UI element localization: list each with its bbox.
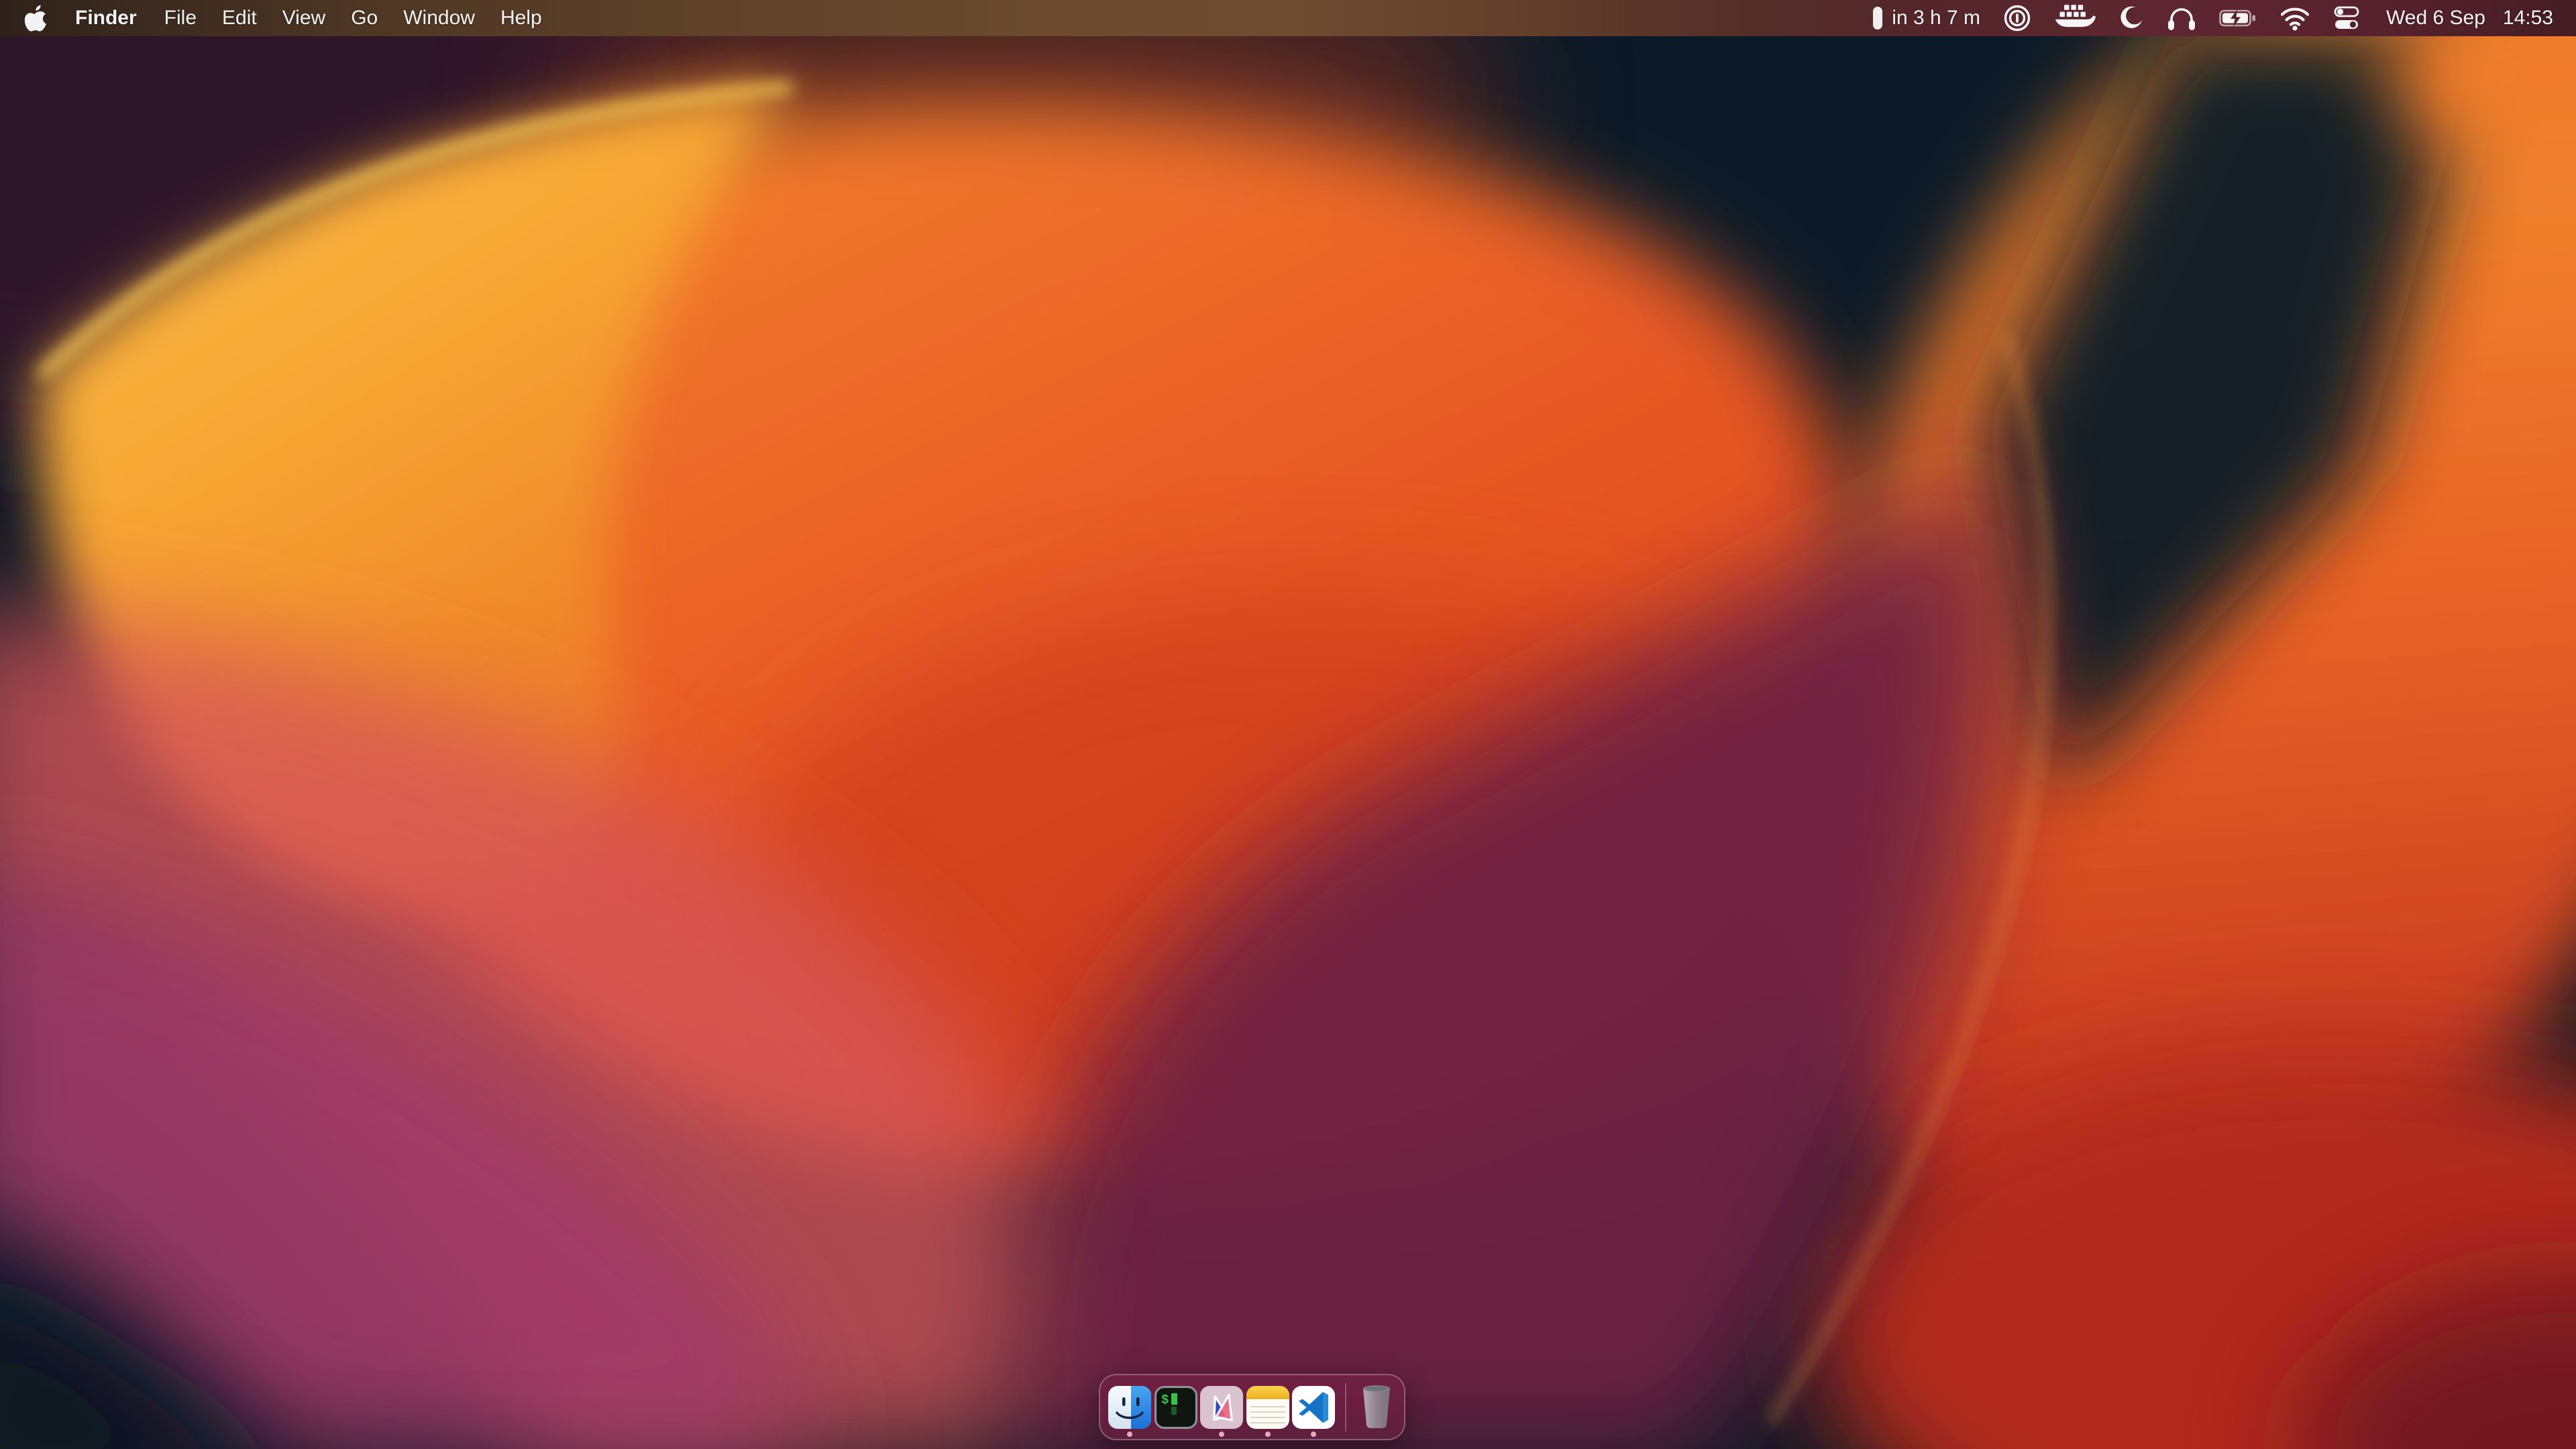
svg-text:$: $ [1161,1393,1169,1407]
status-timer[interactable]: in 3 h 7 m [1862,0,1992,36]
headphones-icon [2167,4,2196,32]
menu-bar-status-area: in 3 h 7 m [1862,0,2556,36]
status-battery[interactable] [2208,0,2268,36]
terminal-icon: $ [1155,1386,1197,1429]
menu-item-edit[interactable]: Edit [209,0,270,36]
clock-date: Wed 6 Sep [2386,7,2485,30]
running-indicator [1219,1432,1224,1437]
status-power-circle[interactable] [1992,0,2043,36]
dock-item-notes[interactable] [1244,1374,1290,1440]
menu-item-help[interactable]: Help [488,0,555,36]
notes-icon [1246,1386,1289,1429]
status-headphones[interactable] [2155,0,2208,36]
desktop: Finder File Edit View Go Window Help in … [0,0,2576,1449]
menu-bar-clock[interactable]: Wed 6 Sep 14:53 [2371,7,2556,30]
status-docker[interactable] [2043,0,2107,36]
focus-moon-icon [2118,5,2144,31]
menu-item-window[interactable]: Window [390,0,488,36]
timer-pill-icon [1873,7,1882,30]
docker-whale-icon [2054,3,2096,33]
wallpaper-image [0,0,2576,1449]
running-indicator [1265,1432,1271,1437]
battery-charging-icon [2219,9,2257,28]
menu-item-view[interactable]: View [270,0,338,36]
dock: $ [1099,1374,1405,1440]
menu-item-file[interactable]: File [152,0,209,36]
wifi-icon [2279,5,2310,31]
dock-item-trash[interactable] [1355,1374,1397,1440]
apple-logo-icon [24,5,47,32]
timer-text: in 3 h 7 m [1892,7,1980,30]
running-indicator [1311,1432,1316,1437]
status-control-center[interactable] [2322,0,2371,36]
dock-item-vscode[interactable] [1291,1374,1336,1440]
apple-menu[interactable] [20,0,60,36]
menu-bar: Finder File Edit View Go Window Help in … [0,0,2576,36]
finder-icon [1108,1386,1151,1429]
trash-icon [1358,1383,1395,1432]
menu-item-go[interactable]: Go [338,0,390,36]
vscode-icon [1292,1386,1335,1429]
status-focus[interactable] [2107,0,2155,36]
clock-time: 14:53 [2503,7,2553,30]
running-indicator [1127,1432,1132,1437]
control-center-icon [2333,5,2360,32]
dock-item-terminal[interactable]: $ [1152,1374,1198,1440]
arc-browser-icon [1200,1386,1243,1429]
menu-item-finder[interactable]: Finder [60,0,152,36]
dock-item-finder[interactable] [1107,1374,1152,1440]
dock-item-arc[interactable] [1199,1374,1244,1440]
power-circle-icon [2003,4,2031,32]
status-wifi[interactable] [2268,0,2322,36]
dock-separator [1345,1383,1346,1432]
